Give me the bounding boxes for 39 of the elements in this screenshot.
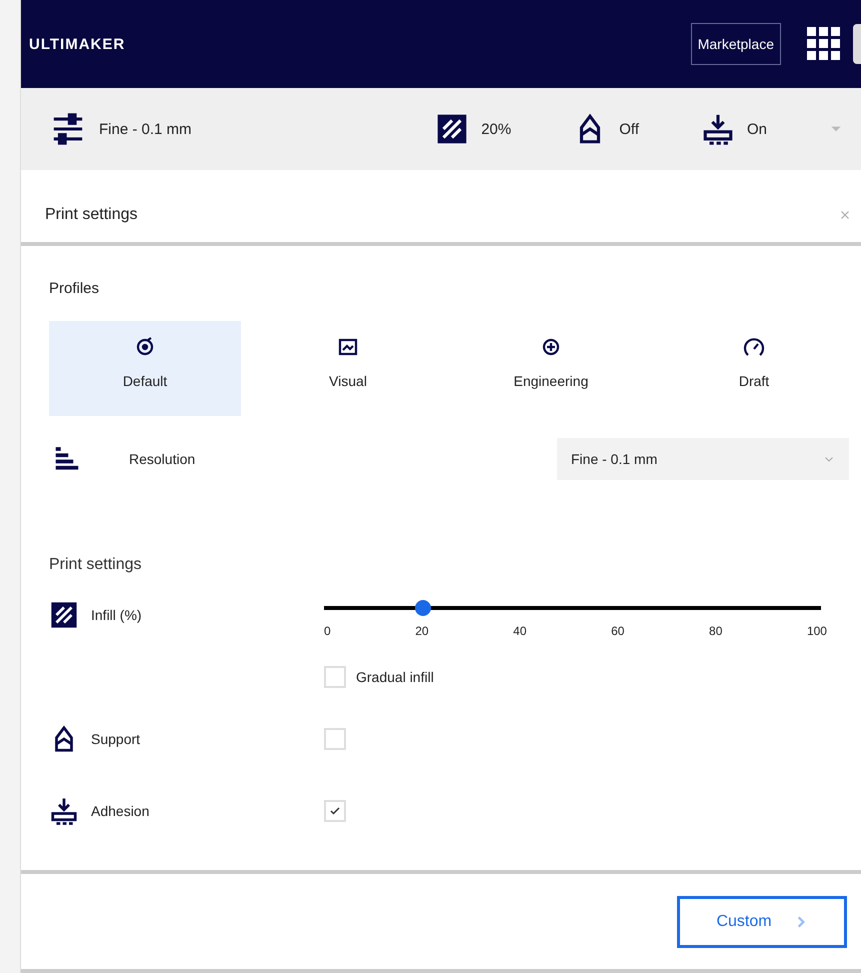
resolution-label: Resolution <box>129 451 196 467</box>
tick-label: 0 <box>324 624 331 638</box>
adhesion-summary: On <box>746 120 767 138</box>
marketplace-button[interactable]: Marketplace <box>690 23 781 65</box>
panel-title: Print settings <box>45 206 138 224</box>
infill-icon <box>49 600 79 630</box>
adhesion-label: Adhesion <box>91 803 150 819</box>
account-avatar[interactable] <box>853 24 861 64</box>
adhesion-icon <box>700 112 735 146</box>
profile-option[interactable]: Visual <box>252 321 444 416</box>
infill-label: Infill (%) <box>91 607 142 623</box>
profile-option[interactable]: Engineering <box>455 321 647 416</box>
tick-label: 20 <box>415 624 429 638</box>
profile-icon <box>742 335 766 359</box>
support-label: Support <box>91 731 140 747</box>
adhesion-icon <box>49 796 79 826</box>
resolution-dropdown[interactable]: Fine - 0.1 mm <box>557 438 849 480</box>
support-summary: Off <box>619 120 639 138</box>
tick-label: 40 <box>513 624 527 638</box>
section-title: Print settings <box>49 556 142 574</box>
profile-summary: Fine - 0.1 mm <box>99 120 192 138</box>
profile-option[interactable]: Draft <box>658 321 850 416</box>
tick-label: 60 <box>611 624 624 638</box>
slider-handle[interactable] <box>415 600 432 616</box>
check-icon <box>329 805 341 817</box>
checkbox[interactable] <box>324 728 346 750</box>
tick-label: 80 <box>709 624 722 638</box>
gradual-infill-label: Gradual infill <box>356 669 434 685</box>
checkbox[interactable] <box>324 800 346 822</box>
app-logo: ULTIMAKER <box>29 36 126 52</box>
tick-label: 100 <box>806 624 827 638</box>
infill-icon <box>435 112 470 146</box>
custom-button[interactable]: Custom <box>677 896 847 948</box>
profiles-label: Profiles <box>49 280 100 297</box>
apps-grid-icon[interactable] <box>807 27 841 61</box>
infill-slider[interactable] <box>324 600 821 616</box>
profile-option[interactable]: Default <box>49 321 241 416</box>
checkbox[interactable] <box>324 666 346 688</box>
infill-summary: 20% <box>481 120 512 138</box>
